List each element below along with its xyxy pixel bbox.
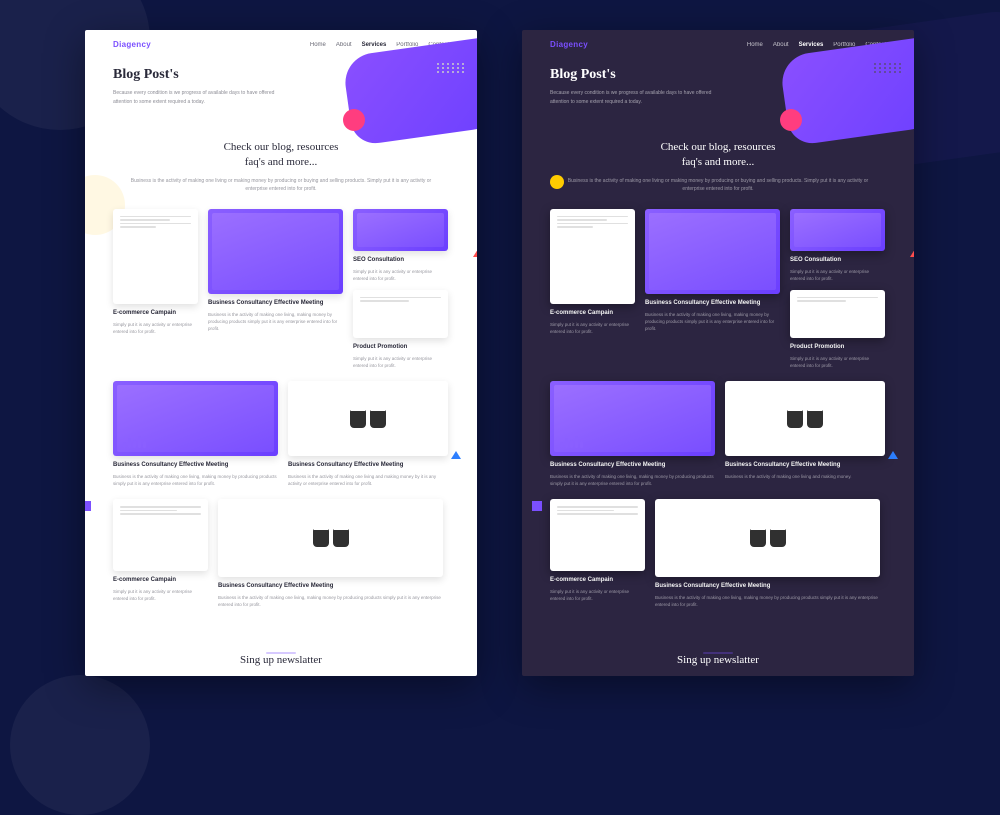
square-purple-icon (85, 501, 91, 511)
card-title: SEO Consultation (790, 257, 885, 265)
newsletter-heading: Sing up newslatter (522, 654, 914, 666)
card-title: Business Consultancy Effective Meeting (208, 300, 343, 308)
card-desc: Simply put it is any activity or enterpr… (790, 355, 885, 369)
blog-card[interactable]: SEO Consultation Simply put it is any ac… (353, 209, 448, 369)
blog-card[interactable]: Business Consultancy Effective Meeting B… (208, 209, 343, 332)
card-title: E-commerce Campain (113, 577, 208, 585)
card-title: Business Consultancy Effective Meeting (645, 300, 780, 308)
card-desc: Business is the activity of making one l… (218, 594, 443, 608)
newsletter-section: Sing up newslatter (85, 628, 477, 676)
page-subtitle: Because every condition is we progress o… (550, 89, 730, 106)
blog-card[interactable]: E-commerce Campain Simply put it is any … (113, 499, 208, 602)
page-light-variant: Diagency Home About Services Portfolio C… (85, 30, 477, 676)
card-desc: Simply put it is any activity or enterpr… (113, 321, 198, 335)
section-sub: Business is the activity of making one l… (562, 177, 874, 193)
pink-circle-icon (780, 109, 802, 131)
card-title: Business Consultancy Effective Meeting (218, 583, 443, 591)
nav-item-about[interactable]: About (336, 42, 352, 48)
card-desc: Simply put it is any activity or enterpr… (353, 268, 448, 282)
card-title: SEO Consultation (353, 257, 448, 265)
blog-card[interactable]: Business Consultancy Effective Meeting B… (655, 499, 880, 608)
card-title: E-commerce Campain (550, 310, 635, 318)
blog-card[interactable]: Business Consultancy Effective Meeting B… (288, 381, 448, 487)
dot-pattern-icon (874, 63, 902, 73)
card-desc: Business is the activity of making one l… (288, 473, 448, 487)
blog-card[interactable]: Business Consultancy Effective Meeting B… (645, 209, 780, 332)
card-title: Business Consultancy Effective Meeting (655, 583, 880, 591)
card-title: E-commerce Campain (550, 577, 645, 585)
nav-item-services[interactable]: Services (362, 42, 387, 48)
card-desc: Simply put it is any activity or enterpr… (113, 588, 208, 602)
card-desc: Simply put it is any activity or enterpr… (353, 355, 448, 369)
nav-item-about[interactable]: About (773, 42, 789, 48)
hero: Blog Post's Because every condition is w… (522, 55, 914, 126)
newsletter-section: Sing up newslatter (522, 628, 914, 676)
card-desc: Business is the activity of making one l… (113, 473, 278, 487)
newsletter-heading: Sing up newslatter (85, 654, 477, 666)
blog-grid: E-commerce Campain Simply put it is any … (85, 201, 477, 629)
section-sub: Business is the activity of making one l… (125, 177, 437, 193)
card-desc: Simply put it is any activity or enterpr… (790, 268, 885, 282)
page-dark-variant: Diagency Home About Services Portfolio C… (522, 30, 914, 676)
card-desc: Simply put it is any activity or enterpr… (550, 588, 645, 602)
card-title: Business Consultancy Effective Meeting (550, 462, 715, 470)
blog-card[interactable]: SEO Consultation Simply put it is any ac… (790, 209, 885, 369)
brand-logo[interactable]: Diagency (113, 40, 151, 49)
blog-card[interactable]: E-commerce Campain Simply put it is any … (550, 499, 645, 602)
triangle-red-icon (473, 249, 477, 257)
blog-grid: E-commerce Campain Simply put it is any … (522, 201, 914, 629)
card-title: Business Consultancy Effective Meeting (725, 462, 885, 470)
blog-card[interactable]: Business Consultancy Effective Meeting B… (550, 381, 715, 487)
nav-item-home[interactable]: Home (310, 42, 326, 48)
card-title: Business Consultancy Effective Meeting (113, 462, 278, 470)
section-heading: Check our blog, resourcesfaq's and more.… (125, 140, 437, 171)
blog-card[interactable]: Business Consultancy Effective Meeting B… (113, 381, 278, 487)
card-title: Product Promotion (353, 344, 448, 352)
nav-item-home[interactable]: Home (747, 42, 763, 48)
square-purple-icon (532, 501, 542, 511)
card-desc: Business is the activity of making one l… (550, 473, 715, 487)
blog-card[interactable]: Business Consultancy Effective Meeting B… (725, 381, 885, 480)
card-desc: Simply put it is any activity or enterpr… (550, 321, 635, 335)
blog-card[interactable]: E-commerce Campain Simply put it is any … (113, 209, 198, 335)
dot-pattern-icon (437, 63, 465, 73)
card-desc: Business is the activity of making one l… (655, 594, 880, 608)
card-desc: Business is the activity of making one l… (208, 311, 343, 333)
pink-circle-icon (343, 109, 365, 131)
card-title: Business Consultancy Effective Meeting (288, 462, 448, 470)
card-desc: Business is the activity of making one l… (725, 473, 885, 480)
card-title: Product Promotion (790, 344, 885, 352)
hero: Blog Post's Because every condition is w… (85, 55, 477, 126)
card-desc: Business is the activity of making one l… (645, 311, 780, 333)
brand-logo[interactable]: Diagency (550, 40, 588, 49)
card-title: E-commerce Campain (113, 310, 198, 318)
page-subtitle: Because every condition is we progress o… (113, 89, 293, 106)
blog-card[interactable]: Business Consultancy Effective Meeting B… (218, 499, 443, 608)
nav-item-services[interactable]: Services (799, 42, 824, 48)
blog-card[interactable]: E-commerce Campain Simply put it is any … (550, 209, 635, 335)
triangle-red-icon (910, 249, 914, 257)
section-heading: Check our blog, resourcesfaq's and more.… (562, 140, 874, 171)
